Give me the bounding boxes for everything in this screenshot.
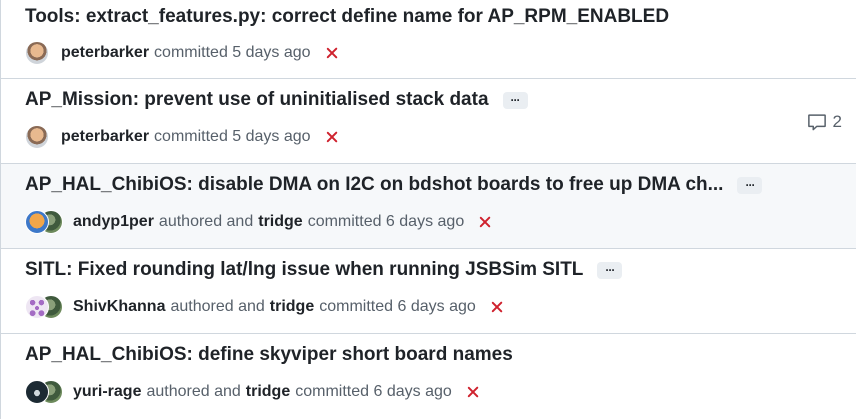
commit-title-text[interactable]: AP_HAL_ChibiOS: define skyviper short bo… [25, 344, 513, 366]
commit-time: committed 5 days ago [154, 44, 311, 61]
author-link[interactable]: andyp1per [73, 213, 154, 231]
expand-message-button[interactable]: ··· [502, 91, 528, 109]
expand-message-button[interactable]: ··· [737, 176, 763, 194]
avatar[interactable] [25, 125, 49, 149]
commit-title[interactable]: Tools: extract_features.py: correct defi… [25, 6, 796, 28]
commit-row[interactable]: AP_HAL_ChibiOS: define skyviper short bo… [1, 334, 856, 419]
avatar-group [25, 379, 65, 405]
commit-meta: peterbarker committed 5 days ago [25, 40, 340, 66]
avatar[interactable] [25, 380, 49, 404]
avatar[interactable] [25, 41, 49, 65]
commit-row[interactable]: SITL: Fixed rounding lat/lng issue when … [1, 249, 856, 334]
commit-time: committed 6 days ago [319, 298, 476, 315]
comments-link[interactable]: 2 [807, 112, 842, 132]
commit-list: Tools: extract_features.py: correct defi… [0, 0, 856, 419]
commit-row[interactable]: Tools: extract_features.py: correct defi… [1, 0, 856, 79]
failure-x-icon[interactable] [465, 384, 481, 400]
comment-count: 2 [832, 112, 842, 131]
commit-title[interactable]: AP_Mission: prevent use of uninitialised… [25, 89, 796, 111]
avatar-group [25, 40, 53, 66]
avatar-group [25, 209, 65, 235]
commit-title-text[interactable]: Tools: extract_features.py: correct defi… [25, 6, 669, 28]
committer-link[interactable]: tridge [246, 383, 290, 401]
authored-text: authored and [158, 213, 254, 230]
commit-title[interactable]: SITL: Fixed rounding lat/lng issue when … [25, 259, 796, 281]
commit-title-text[interactable]: AP_Mission: prevent use of uninitialised… [25, 89, 489, 111]
commit-meta: yuri-rage authored and tridge committed … [25, 379, 481, 405]
commit-row[interactable]: AP_Mission: prevent use of uninitialised… [1, 79, 856, 164]
failure-x-icon[interactable] [477, 214, 493, 230]
authored-text: authored and [170, 298, 265, 315]
commit-meta: peterbarker committed 5 days ago [25, 124, 340, 150]
commit-meta: ShivKhanna authored and tridge committed… [25, 294, 505, 320]
avatar-group [25, 124, 53, 150]
author-link[interactable]: peterbarker [61, 128, 149, 146]
committer-link[interactable]: tridge [258, 213, 302, 231]
commit-title[interactable]: AP_HAL_ChibiOS: define skyviper short bo… [25, 344, 796, 366]
commit-row[interactable]: AP_HAL_ChibiOS: disable DMA on I2C on bd… [1, 164, 856, 249]
author-link[interactable]: peterbarker [61, 44, 149, 62]
commit-meta: andyp1per authored and tridge committed … [25, 209, 493, 235]
committer-link[interactable]: tridge [270, 298, 314, 316]
author-link[interactable]: yuri-rage [73, 383, 141, 401]
expand-message-button[interactable]: ··· [597, 261, 623, 279]
avatar[interactable] [25, 210, 49, 234]
commit-time: committed 5 days ago [154, 128, 311, 145]
failure-x-icon[interactable] [489, 299, 505, 315]
avatar-group [25, 294, 65, 320]
comment-icon [807, 114, 826, 131]
commit-title-text[interactable]: AP_HAL_ChibiOS: disable DMA on I2C on bd… [25, 174, 723, 196]
authored-text: authored and [146, 383, 241, 400]
commit-time: committed 6 days ago [295, 383, 452, 400]
author-link[interactable]: ShivKhanna [73, 298, 165, 316]
failure-x-icon[interactable] [324, 129, 340, 145]
commit-title[interactable]: AP_HAL_ChibiOS: disable DMA on I2C on bd… [25, 174, 796, 196]
commit-time: committed 6 days ago [307, 213, 465, 230]
commit-title-text[interactable]: SITL: Fixed rounding lat/lng issue when … [25, 259, 583, 281]
avatar[interactable] [25, 295, 49, 319]
failure-x-icon[interactable] [324, 45, 340, 61]
